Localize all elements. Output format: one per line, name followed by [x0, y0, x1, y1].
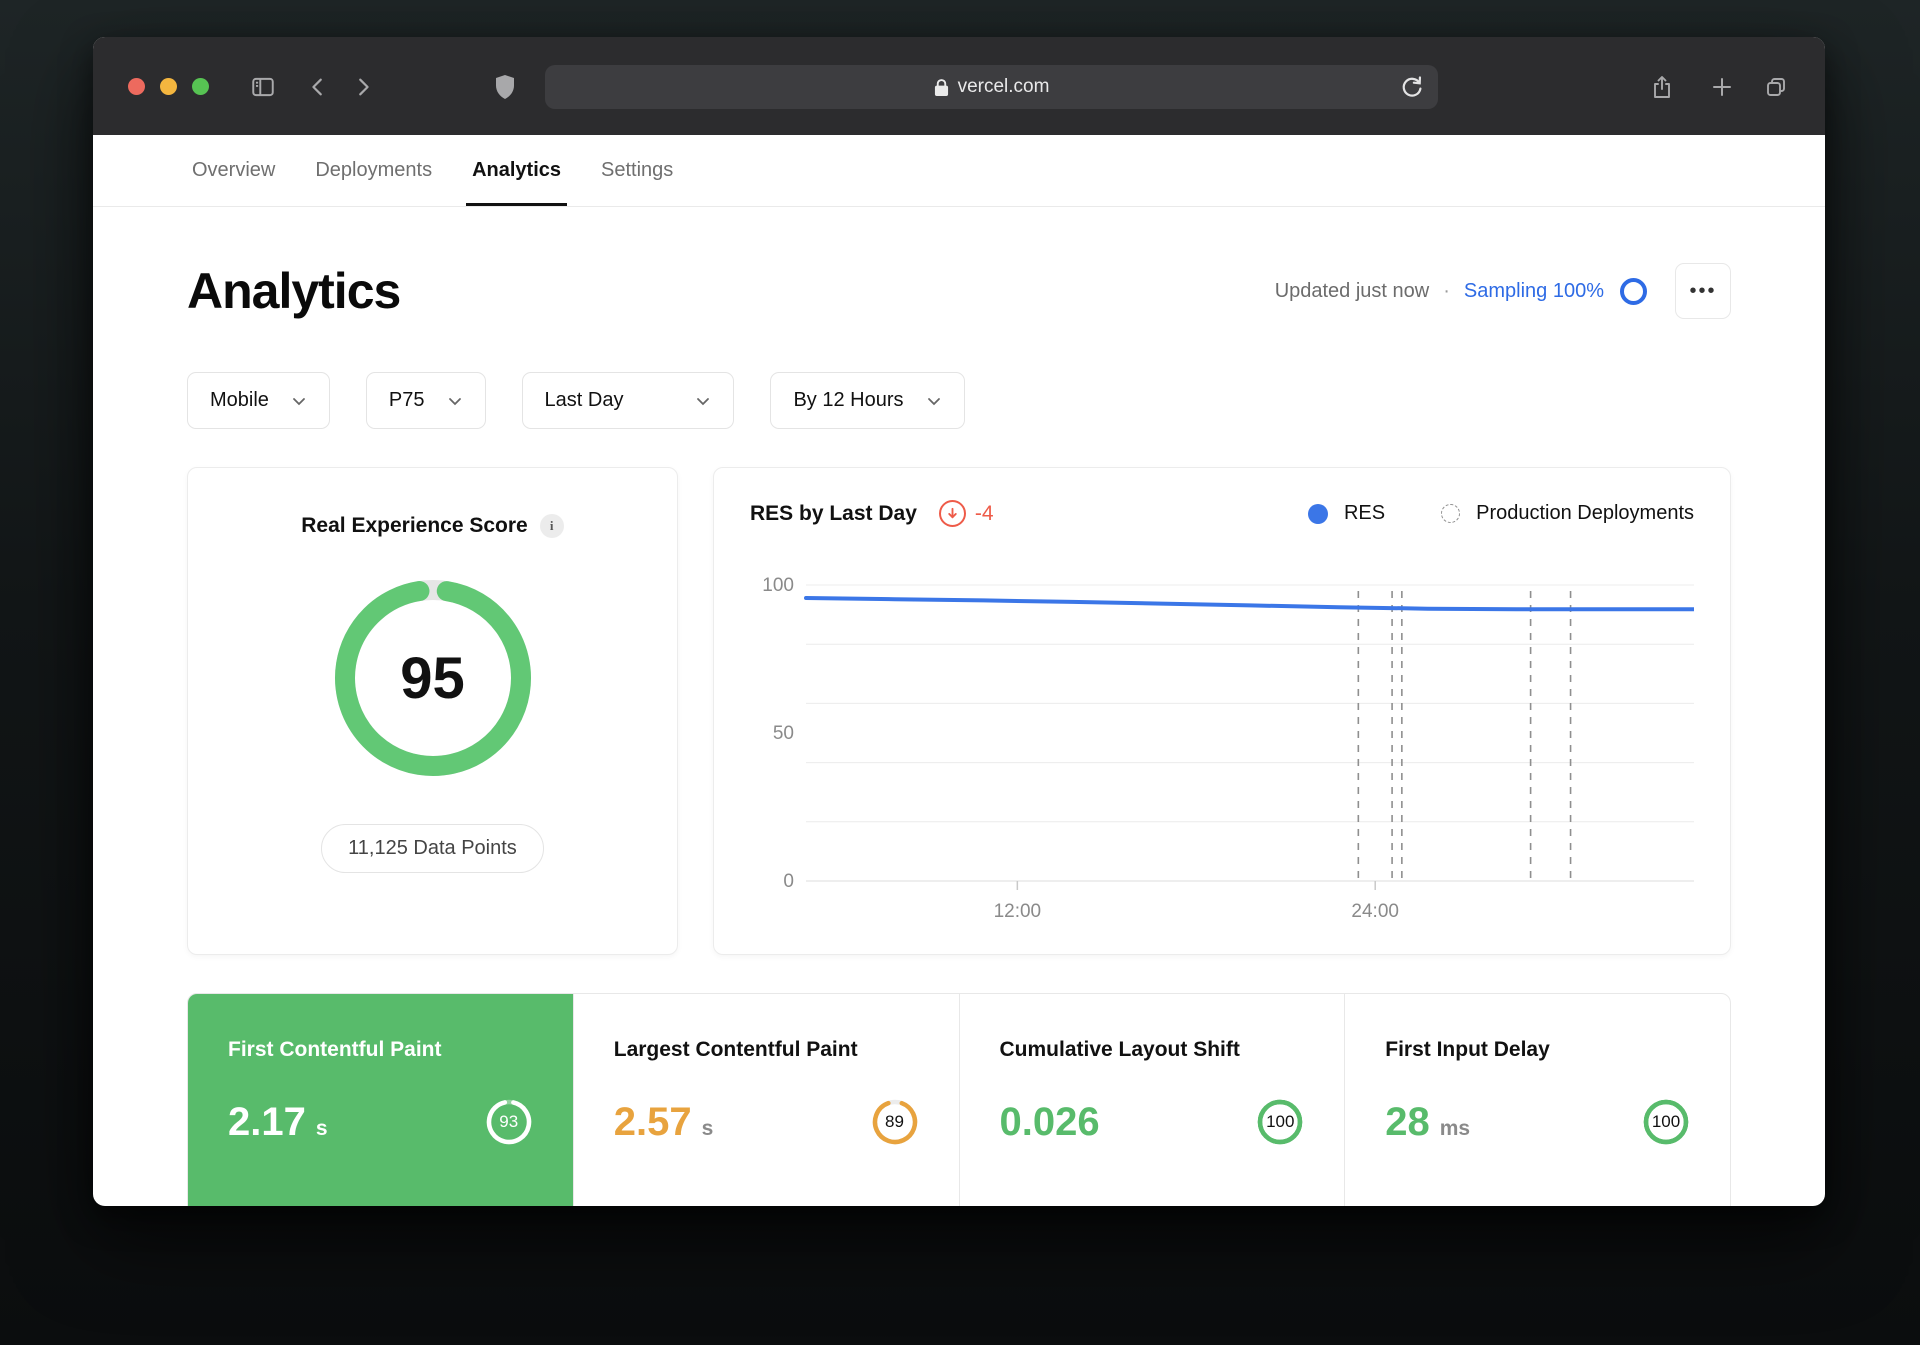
real-experience-score-card: Real Experience Score i 95 11,125 Data P…	[187, 467, 678, 955]
metric-card-fid[interactable]: First Input Delay 28 ms 100	[1344, 994, 1730, 1206]
metric-unit: s	[701, 1117, 714, 1140]
shield-icon[interactable]	[488, 70, 522, 104]
filters-row: Mobile P75 Last Day By 12 Hours	[187, 372, 1731, 429]
page-title: Analytics	[187, 263, 401, 319]
score-badge-value: 89	[885, 1112, 904, 1131]
address-bar[interactable]: vercel.com	[545, 65, 1438, 109]
tab-overview[interactable]: Overview	[192, 159, 275, 206]
res-line-chart[interactable]: 100 50 0 12:00 24:00	[750, 545, 1694, 927]
res-score-gauge: 95	[333, 578, 533, 778]
metric-value: 0.026	[999, 1100, 1100, 1144]
metric-value: 2.17	[228, 1100, 306, 1144]
metric-label: Cumulative Layout Shift	[999, 1038, 1240, 1061]
close-window-button[interactable]	[128, 78, 145, 95]
web-vitals-row: First Contentful Paint 2.17 s 93 Largest…	[187, 993, 1731, 1206]
score-badge: 93	[483, 1096, 535, 1148]
interval-filter-value: By 12 Hours	[793, 389, 904, 411]
score-badge: 89	[869, 1096, 921, 1148]
data-points-pill: 11,125 Data Points	[321, 824, 544, 873]
metric-label: First Input Delay	[1385, 1038, 1550, 1061]
minimize-window-button[interactable]	[160, 78, 177, 95]
score-badge-value: 93	[499, 1112, 519, 1131]
updated-status: Updated just now	[1274, 279, 1430, 302]
info-icon[interactable]: i	[539, 514, 564, 538]
percentile-filter-dropdown[interactable]: P75	[365, 372, 486, 429]
svg-text:100: 100	[762, 575, 794, 596]
sampling-ring-icon	[1620, 277, 1647, 305]
more-options-button[interactable]: •••	[1675, 263, 1731, 319]
deployments-legend-circle-icon	[1441, 504, 1461, 523]
chart-title: RES by Last Day	[750, 501, 917, 525]
score-badge: 100	[1254, 1096, 1306, 1148]
svg-text:24:00: 24:00	[1351, 901, 1399, 922]
back-icon[interactable]	[301, 70, 335, 104]
chart-legend: RES Production Deployments	[1307, 502, 1694, 525]
res-card-title: Real Experience Score	[301, 514, 528, 537]
metric-card-cls[interactable]: Cumulative Layout Shift 0.026 100	[958, 994, 1345, 1206]
browser-window: vercel.com Overview Deployments Analytic…	[93, 37, 1825, 1206]
metric-unit: ms	[1439, 1117, 1471, 1140]
device-filter-dropdown[interactable]: Mobile	[187, 372, 330, 429]
range-filter-dropdown[interactable]: Last Day	[521, 372, 735, 429]
svg-text:12:00: 12:00	[994, 901, 1042, 922]
tab-settings[interactable]: Settings	[601, 159, 673, 206]
separator: ·	[1443, 279, 1450, 302]
res-legend-dot-icon	[1307, 503, 1328, 524]
tab-analytics[interactable]: Analytics	[466, 159, 567, 206]
sampling-link[interactable]: Sampling 100%	[1464, 280, 1604, 303]
metric-card-fcp[interactable]: First Contentful Paint 2.17 s 93	[188, 994, 573, 1206]
lock-icon	[934, 78, 949, 97]
res-score-value: 95	[400, 645, 465, 711]
url-text: vercel.com	[957, 76, 1050, 97]
interval-filter-dropdown[interactable]: By 12 Hours	[770, 372, 965, 429]
score-badge-value: 100	[1266, 1112, 1295, 1131]
share-icon[interactable]	[1645, 70, 1679, 104]
score-change-indicator: -4	[938, 500, 994, 527]
new-tab-icon[interactable]	[1705, 70, 1739, 104]
metric-unit: s	[315, 1117, 328, 1140]
svg-text:0: 0	[783, 871, 794, 892]
chevron-down-icon	[291, 393, 307, 409]
svg-text:50: 50	[773, 723, 794, 744]
res-chart-card: RES by Last Day -4 RES Production Deploy…	[713, 467, 1731, 955]
legend-label-deployments: Production Deployments	[1476, 502, 1694, 524]
tab-overview-icon[interactable]	[1759, 70, 1793, 104]
range-filter-value: Last Day	[544, 389, 624, 411]
metric-label: Largest Contentful Paint	[613, 1038, 858, 1061]
score-change-value: -4	[974, 501, 994, 525]
reload-icon[interactable]	[1398, 73, 1426, 101]
browser-chrome: vercel.com	[93, 37, 1825, 135]
arrow-down-circle-icon	[938, 500, 966, 527]
device-filter-value: Mobile	[210, 389, 269, 411]
tab-deployments[interactable]: Deployments	[315, 159, 432, 206]
score-badge: 100	[1640, 1096, 1692, 1148]
sidebar-icon[interactable]	[246, 70, 280, 104]
metric-value: 28	[1385, 1100, 1430, 1144]
zoom-window-button[interactable]	[192, 78, 209, 95]
traffic-lights	[128, 78, 209, 95]
forward-icon[interactable]	[346, 70, 380, 104]
legend-label-res: RES	[1343, 502, 1386, 524]
score-badge-value: 100	[1651, 1112, 1681, 1131]
chevron-down-icon	[695, 393, 711, 409]
chevron-down-icon	[447, 393, 463, 409]
metric-value: 2.57	[613, 1100, 692, 1144]
metric-label: First Contentful Paint	[228, 1038, 442, 1061]
chevron-down-icon	[926, 393, 942, 409]
site-nav: Overview Deployments Analytics Settings	[93, 135, 1825, 207]
percentile-filter-value: P75	[388, 389, 425, 411]
ellipsis-icon: •••	[1689, 279, 1717, 302]
metric-card-lcp[interactable]: Largest Contentful Paint 2.57 s 89	[572, 994, 959, 1206]
